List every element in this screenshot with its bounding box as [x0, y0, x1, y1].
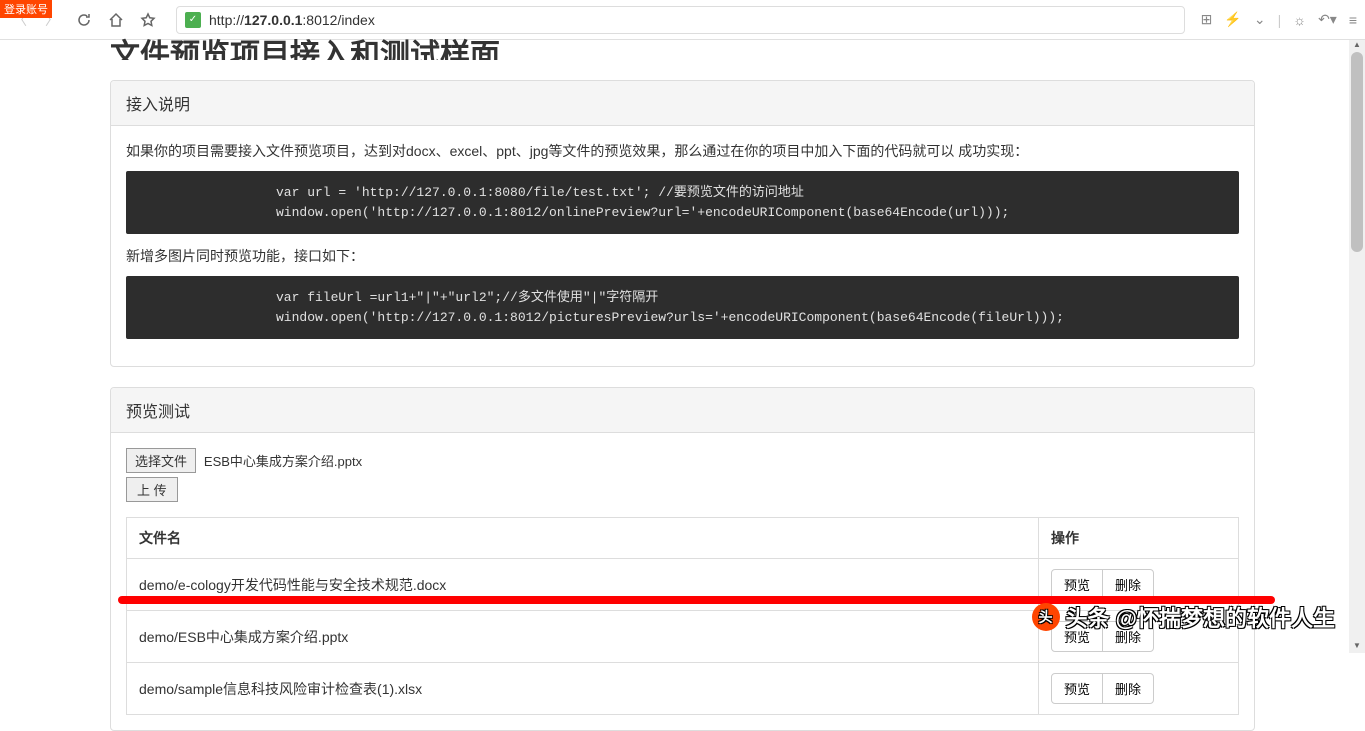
panel-header: 接入说明: [111, 81, 1254, 126]
shield-icon: [185, 12, 201, 28]
selected-file-name: ESB中心集成方案介绍.pptx: [204, 454, 362, 469]
reload-button[interactable]: [72, 8, 96, 32]
panel-header-2: 预览测试: [111, 388, 1254, 433]
scroll-up-icon[interactable]: ▲: [1349, 40, 1365, 52]
undo-icon[interactable]: ↶▾: [1318, 11, 1337, 28]
chevron-down-icon[interactable]: ⌄: [1254, 11, 1266, 28]
file-upload-area: 选择文件 ESB中心集成方案介绍.pptx 上 传: [126, 448, 1239, 502]
upload-button[interactable]: 上 传: [126, 477, 178, 502]
table-row: demo/sample信息科技风险审计检查表(1).xlsx 预览删除: [127, 663, 1239, 715]
col-action: 操作: [1039, 518, 1239, 559]
col-filename: 文件名: [127, 518, 1039, 559]
watermark-icon: 头: [1032, 603, 1060, 631]
panel-preview-test: 预览测试 选择文件 ESB中心集成方案介绍.pptx 上 传 文件名 操作 de…: [110, 387, 1255, 731]
browser-right-icons: ⊞ ⚡ ⌄ | ☼ ↶▾ ≡: [1201, 11, 1357, 28]
delete-button[interactable]: 删除: [1102, 673, 1154, 704]
scroll-down-icon[interactable]: ▼: [1349, 641, 1365, 653]
scrollbar[interactable]: ▲ ▼: [1349, 40, 1365, 653]
qr-icon[interactable]: ⊞: [1201, 11, 1213, 28]
favorite-button[interactable]: [136, 8, 160, 32]
menu-icon[interactable]: ≡: [1349, 12, 1357, 28]
preview-button[interactable]: 预览: [1051, 673, 1103, 704]
file-cell: demo/sample信息科技风险审计检查表(1).xlsx: [127, 663, 1039, 715]
watermark: 头 头条 @怀揣梦想的软件人生: [1032, 601, 1335, 633]
scrollbar-thumb[interactable]: [1351, 52, 1363, 252]
home-button[interactable]: [104, 8, 128, 32]
lightning-icon[interactable]: ⚡: [1224, 11, 1241, 28]
url-text: http://127.0.0.1:8012/index: [209, 12, 375, 28]
choose-file-button[interactable]: 选择文件: [126, 448, 196, 473]
login-tag[interactable]: 登录账号: [0, 0, 52, 18]
intro-text-1: 如果你的项目需要接入文件预览项目，达到对docx、excel、ppt、jpg等文…: [126, 141, 1239, 161]
page-title: 文件预览项目接入和测试样面: [110, 30, 1255, 60]
intro-text-2: 新增多图片同时预览功能，接口如下：: [126, 246, 1239, 266]
panel-instructions: 接入说明 如果你的项目需要接入文件预览项目，达到对docx、excel、ppt、…: [110, 80, 1255, 367]
code-block-2: var fileUrl =url1+"|"+"url2";//多文件使用"|"字…: [126, 276, 1239, 339]
sun-icon[interactable]: ☼: [1293, 12, 1306, 28]
file-cell: demo/ESB中心集成方案介绍.pptx: [127, 611, 1039, 663]
code-block-1: var url = 'http://127.0.0.1:8080/file/te…: [126, 171, 1239, 234]
